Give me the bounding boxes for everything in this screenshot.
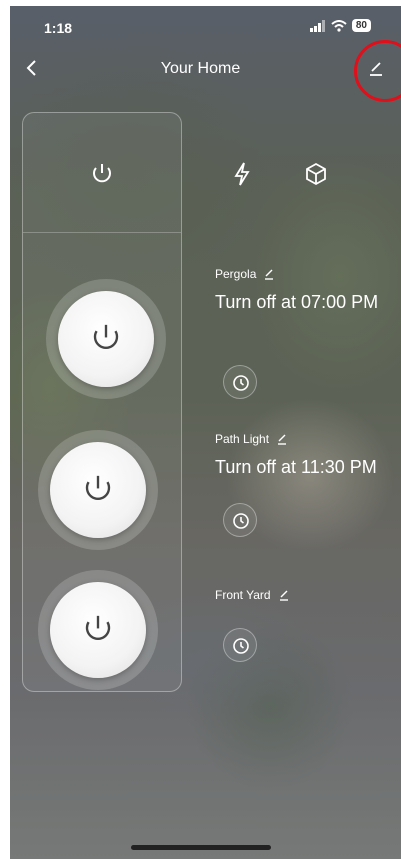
panel-divider [23, 232, 181, 233]
clock-icon [233, 638, 249, 654]
zone-label: Pergola [215, 267, 257, 281]
zone-power-button-pergola[interactable] [46, 279, 166, 399]
edit-icon[interactable] [277, 588, 291, 602]
clock-icon [233, 513, 249, 529]
zone-name-path-light: Path Light [215, 432, 289, 446]
zone-label: Front Yard [215, 588, 271, 602]
signal-icon [309, 19, 325, 32]
zone-schedule-path-light: Turn off at 11:30 PM [215, 457, 377, 477]
edit-icon[interactable] [275, 432, 289, 446]
power-icon [85, 475, 111, 500]
power-icon [85, 615, 111, 640]
clock-icon [233, 375, 249, 391]
zone-power-button-front-yard[interactable] [38, 570, 158, 690]
power-icon [93, 324, 119, 349]
zone-name-front-yard: Front Yard [215, 588, 291, 602]
lightning-icon[interactable] [228, 160, 256, 188]
status-icons: 80 [309, 19, 371, 32]
schedule-button-pergola[interactable] [223, 365, 257, 399]
status-time: 1:18 [44, 20, 73, 36]
zone-power-button-path-light[interactable] [38, 430, 158, 550]
schedule-button-path-light[interactable] [223, 503, 257, 537]
edit-icon[interactable] [262, 267, 276, 281]
schedule-button-front-yard[interactable] [223, 628, 257, 662]
cube-icon[interactable] [302, 160, 330, 188]
page-title: Your Home [160, 60, 241, 77]
zone-schedule-pergola: Turn off at 07:00 PM [215, 292, 379, 312]
power-icon[interactable] [88, 160, 116, 188]
battery-indicator: 80 [351, 19, 371, 32]
home-indicator[interactable] [131, 845, 271, 850]
zone-label: Path Light [215, 432, 270, 446]
wifi-icon [331, 19, 347, 32]
zone-name-pergola: Pergola [215, 267, 276, 281]
